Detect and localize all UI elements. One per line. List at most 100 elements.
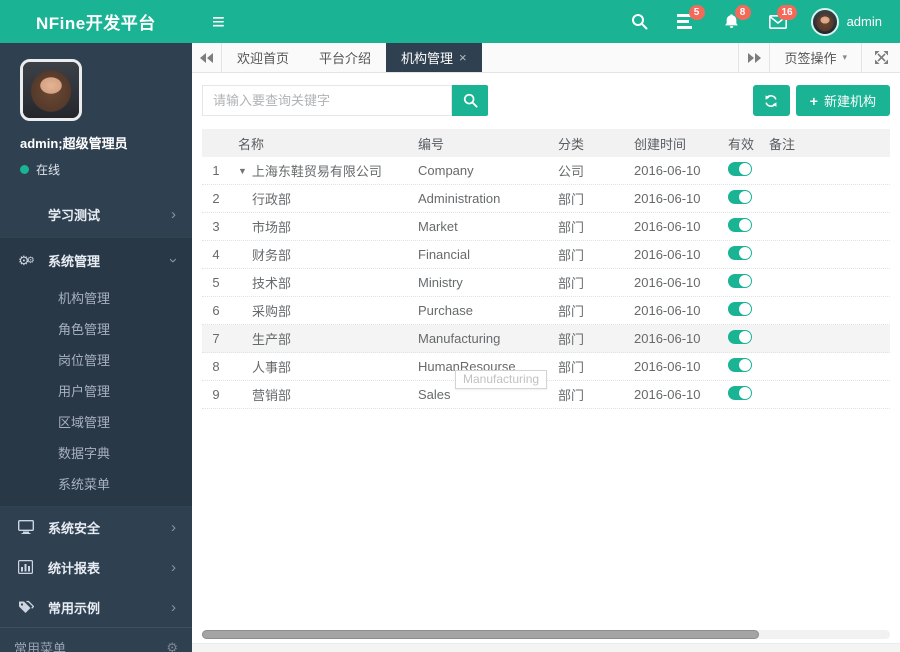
scrollbar-thumb[interactable] <box>202 630 760 639</box>
sidebar-toggle-icon[interactable]: ≡ <box>212 10 225 33</box>
valid-toggle-on[interactable] <box>728 358 752 372</box>
header-category: 分类 <box>558 136 585 152</box>
valid-cell <box>728 190 769 207</box>
org-code: Purchase <box>418 303 473 318</box>
table-row[interactable]: 5 技术部 Ministry 部门 2016-06-10 <box>202 269 890 297</box>
new-organization-button[interactable]: + 新建机构 <box>795 85 890 116</box>
sidebar-subitem-岗位管理[interactable]: 岗位管理 <box>0 345 192 376</box>
sidebar-subitem-系统菜单[interactable]: 系统菜单 <box>0 469 192 500</box>
sidebar-item-study-test[interactable]: 学习测试 › <box>0 192 192 237</box>
sidebar-item-label: 常用示例 <box>48 600 101 616</box>
valid-cell <box>728 386 769 403</box>
close-tab-icon[interactable]: × <box>459 50 467 65</box>
valid-toggle-on[interactable] <box>728 274 752 288</box>
chevron-right-icon: › <box>171 518 176 536</box>
tab-label: 机构管理 <box>401 51 454 66</box>
avatar-photo <box>812 9 837 34</box>
valid-cell <box>728 162 769 179</box>
tabs-scroll-left-button[interactable] <box>192 43 222 72</box>
refresh-button[interactable] <box>752 85 790 116</box>
valid-toggle-on[interactable] <box>728 190 752 204</box>
search-button[interactable] <box>452 85 488 116</box>
tags-icon <box>18 600 48 614</box>
bottom-strip <box>192 643 900 652</box>
tasks-badge: 5 <box>688 5 705 20</box>
sidebar-subitem-用户管理[interactable]: 用户管理 <box>0 376 192 407</box>
code-tooltip: Manufacturing <box>455 370 548 389</box>
common-menu-footer: 常用菜单 ⚙ <box>0 627 192 652</box>
username-label: admin <box>846 14 882 29</box>
org-code: Market <box>418 219 458 234</box>
profile-avatar[interactable] <box>20 59 82 121</box>
tabs-scroll-right-button[interactable] <box>739 43 769 72</box>
chevron-right-icon: › <box>171 598 176 616</box>
tab-bar: 欢迎首页 平台介绍 机构管理 × 页签操作 ▾ <box>192 43 900 73</box>
main-area: 欢迎首页 平台介绍 机构管理 × 页签操作 ▾ 请输入要查询关键字 + 新建机构… <box>192 43 900 652</box>
org-name: 人事部 <box>252 360 292 375</box>
horizontal-scrollbar[interactable] <box>202 630 890 639</box>
sidebar-item-label: 系统管理 <box>48 254 101 269</box>
tree-collapse-icon[interactable]: ▼ <box>238 166 247 176</box>
row-index: 4 <box>212 247 220 262</box>
row-index: 7 <box>212 331 220 346</box>
table-row[interactable]: 7 生产部 Manufacturing 部门 2016-06-10 <box>202 325 890 353</box>
org-name-cell: 人事部 <box>230 357 418 376</box>
table-row[interactable]: 4 财务部 Financial 部门 2016-06-10 <box>202 241 890 269</box>
table-row[interactable]: 1 ▼ 上海东鞋贸易有限公司 Company 公司 2016-06-10 <box>202 157 890 185</box>
table-row[interactable]: 3 市场部 Market 部门 2016-06-10 <box>202 213 890 241</box>
mail-icon[interactable]: 16 <box>755 0 801 43</box>
valid-toggle-on[interactable] <box>728 386 752 400</box>
bell-icon[interactable]: 8 <box>709 0 755 43</box>
fullscreen-icon[interactable] <box>862 43 900 72</box>
valid-toggle-on[interactable] <box>728 302 752 316</box>
org-created: 2016-06-10 <box>634 275 701 290</box>
valid-toggle-on[interactable] <box>728 330 752 344</box>
search-input[interactable] <box>202 85 452 116</box>
org-name: 市场部 <box>252 220 292 235</box>
online-dot-icon <box>20 165 29 174</box>
sidebar-item-label: 统计报表 <box>48 560 101 576</box>
sidebar-subitem-数据字典[interactable]: 数据字典 <box>0 438 192 469</box>
profile-status: 在线 <box>20 161 192 178</box>
tab-平台介绍[interactable]: 平台介绍 <box>304 43 386 72</box>
caret-down-icon: ▾ <box>842 52 847 62</box>
org-name-cell: ▼ 上海东鞋贸易有限公司 <box>230 161 418 180</box>
user-avatar[interactable] <box>810 7 839 36</box>
row-index: 9 <box>212 387 220 402</box>
org-code: Company <box>418 163 474 178</box>
row-index: 6 <box>212 303 220 318</box>
sidebar-subitem-角色管理[interactable]: 角色管理 <box>0 314 192 345</box>
plus-icon: + <box>809 92 818 109</box>
sidebar-item-system-security[interactable]: 系统安全 › <box>0 507 192 547</box>
org-name-cell: 生产部 <box>230 329 418 348</box>
tasks-icon[interactable]: 5 <box>663 0 709 43</box>
chevron-right-icon: › <box>171 558 176 576</box>
sidebar-subitem-区域管理[interactable]: 区域管理 <box>0 407 192 438</box>
tabbar-spacer <box>482 43 739 72</box>
sidebar-item-common-examples[interactable]: 常用示例 › <box>0 587 192 627</box>
gear-icon[interactable]: ⚙ <box>166 640 178 652</box>
valid-toggle-on[interactable] <box>728 246 752 260</box>
row-index: 8 <box>212 359 220 374</box>
valid-toggle-on[interactable] <box>728 218 752 232</box>
table-row[interactable]: 2 行政部 Administration 部门 2016-06-10 <box>202 185 890 213</box>
sidebar-item-system-management[interactable]: ⚙ ⚙ 系统管理 › <box>0 238 192 283</box>
search-icon[interactable] <box>617 0 663 43</box>
org-name: 财务部 <box>252 248 292 263</box>
table-row[interactable]: 6 采购部 Purchase 部门 2016-06-10 <box>202 297 890 325</box>
valid-toggle-on[interactable] <box>728 162 752 176</box>
search-box <box>202 85 488 116</box>
tab-欢迎首页[interactable]: 欢迎首页 <box>222 43 304 72</box>
row-index: 2 <box>212 191 220 206</box>
profile-name: admin;超级管理员 <box>20 136 128 151</box>
app-logo: NFine开发平台 <box>36 14 156 33</box>
org-created: 2016-06-10 <box>634 387 701 402</box>
sidebar-subitem-机构管理[interactable]: 机构管理 <box>0 283 192 314</box>
common-menu-label: 常用菜单 <box>14 641 67 652</box>
profile-card: admin;超级管理员 在线 <box>0 43 192 192</box>
sidebar-item-statistics-reports[interactable]: 统计报表 › <box>0 547 192 587</box>
tab-label: 平台介绍 <box>319 51 372 66</box>
tab-机构管理[interactable]: 机构管理 × <box>386 43 482 72</box>
tab-operations-dropdown[interactable]: 页签操作 ▾ <box>770 43 862 72</box>
alerts-badge: 8 <box>734 5 751 20</box>
